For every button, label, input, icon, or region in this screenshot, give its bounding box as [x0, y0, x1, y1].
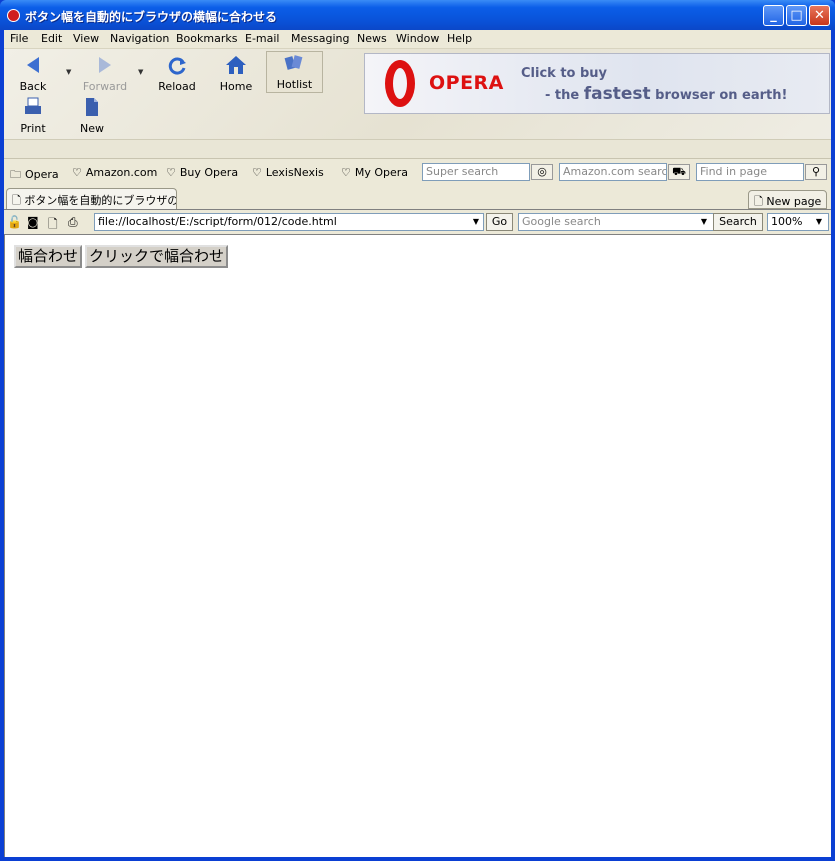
google-dropdown-arrow-icon[interactable]: ▼ [697, 214, 711, 230]
opera-ad-banner[interactable]: OPERA Click to buy - the fastest browser… [364, 53, 830, 114]
print-small-icon[interactable]: ⎙ [68, 215, 78, 230]
super-search-go-icon[interactable]: ◎ [531, 164, 553, 180]
back-button[interactable]: Back [10, 53, 56, 93]
print-button[interactable]: Print [10, 95, 56, 135]
pb-item-buy-opera-label: Buy Opera [179, 166, 239, 179]
pb-item-lexisnexis[interactable]: ♡ LexisNexis [252, 166, 324, 179]
forward-label: Forward [82, 80, 128, 93]
magnifier-icon[interactable]: ⚲ [805, 164, 827, 180]
url-input[interactable]: file://localhost/E:/script/form/012/code… [94, 213, 484, 231]
search-button[interactable]: Search [713, 213, 763, 231]
pb-item-amazon[interactable]: ♡ Amazon.com [72, 166, 157, 179]
pb-item-my-opera-label: My Opera [354, 166, 409, 179]
fit-width-button[interactable]: 幅合わせ [14, 245, 83, 268]
personal-bar: 🗀 Opera ♡ Amazon.com ♡ Buy Opera ♡ LexisNexi… [4, 160, 831, 186]
pb-item-lexisnexis-label: LexisNexis [265, 166, 324, 179]
reload-label: Reload [158, 80, 196, 93]
hotlist-label: Hotlist [276, 78, 313, 91]
security-lock-icon[interactable]: 🔓 [7, 215, 22, 229]
menu-view[interactable]: View [73, 32, 99, 45]
forward-arrow-icon [99, 57, 111, 73]
print-icon [25, 97, 41, 114]
toolbar-strip [4, 139, 831, 158]
menu-help[interactable]: Help [447, 32, 472, 45]
reload-icon [168, 57, 186, 75]
banner-line2-big: fastest [583, 84, 651, 104]
folder-icon: 🗀 [10, 168, 21, 181]
page-icon: 🗋 [12, 194, 21, 207]
tab-bar: 🗋 ボタン幅を自動的にブラウザの... 🗋 New page [4, 187, 831, 210]
google-search-input[interactable]: Google search [518, 213, 714, 231]
menu-edit[interactable]: Edit [41, 32, 62, 45]
opera-app-icon [7, 9, 20, 22]
back-history-arrow-icon[interactable]: ▼ [66, 68, 71, 76]
menu-bar: File Edit View Navigation Bookmarks E-ma… [4, 30, 831, 49]
address-bar: 🔓 ◙ 🗋 ⎙ file://localhost/E:/script/form/… [4, 210, 831, 235]
heart-icon: ♡ [72, 166, 82, 179]
new-button[interactable]: New [69, 95, 115, 135]
main-toolbar: Back ▼ Forward ▼ Reload Home Hotlist Pri… [4, 49, 831, 159]
shopping-cart-icon[interactable]: ⛟ [668, 164, 690, 180]
zoom-dropdown-arrow-icon[interactable]: ▼ [812, 214, 826, 230]
hotlist-icon [284, 55, 303, 70]
close-button[interactable]: ✕ [809, 5, 830, 26]
heart-icon: ♡ [252, 166, 262, 179]
new-page-tab-button[interactable]: 🗋 New page [748, 190, 827, 209]
heart-icon: ♡ [341, 166, 351, 179]
menu-bookmarks[interactable]: Bookmarks [176, 32, 237, 45]
menu-email[interactable]: E-mail [245, 32, 280, 45]
forward-history-arrow-icon[interactable]: ▼ [138, 68, 143, 76]
page-content: 幅合わせ クリックで幅合わせ [4, 235, 831, 857]
banner-line2-pre: - the [545, 88, 580, 103]
pb-item-my-opera[interactable]: ♡ My Opera [341, 166, 408, 179]
home-icon [226, 56, 246, 74]
amazon-search-input[interactable]: Amazon.com search [559, 163, 667, 181]
print-label: Print [20, 122, 46, 135]
tab-active[interactable]: 🗋 ボタン幅を自動的にブラウザの... [6, 188, 177, 209]
pb-item-amazon-label: Amazon.com [85, 166, 158, 179]
new-label: New [80, 122, 104, 135]
heart-icon: ♡ [166, 166, 176, 179]
forward-button[interactable]: Forward [82, 53, 128, 93]
pb-item-opera-label: Opera [25, 168, 59, 181]
tab-active-label: ボタン幅を自動的にブラウザの... [24, 194, 177, 207]
super-search-input[interactable]: Super search [422, 163, 530, 181]
document-icon[interactable]: 🗋 [48, 215, 58, 236]
banner-line2: - the fastest browser on earth! [545, 84, 787, 104]
window-title: ボタン幅を自動的にブラウザの横幅に合わせる [25, 10, 278, 24]
banner-line1: Click to buy [521, 66, 608, 81]
browser-client: File Edit View Navigation Bookmarks E-ma… [4, 30, 831, 857]
minimize-button[interactable]: _ [763, 5, 784, 26]
page-icon: 🗋 [754, 195, 763, 208]
camera-icon[interactable]: ◙ [27, 215, 39, 229]
menu-navigation[interactable]: Navigation [110, 32, 169, 45]
back-arrow-icon [27, 57, 39, 73]
new-page-icon [86, 98, 98, 116]
home-button[interactable]: Home [213, 53, 259, 93]
reload-button[interactable]: Reload [154, 53, 200, 93]
pb-item-opera[interactable]: 🗀 Opera [10, 166, 59, 185]
menu-window[interactable]: Window [396, 32, 439, 45]
banner-brand: OPERA [429, 72, 504, 94]
hotlist-button[interactable]: Hotlist [266, 51, 323, 93]
menu-file[interactable]: File [10, 32, 28, 45]
pb-item-buy-opera[interactable]: ♡ Buy Opera [166, 166, 238, 179]
url-dropdown-arrow-icon[interactable]: ▼ [469, 214, 483, 230]
maximize-button[interactable]: □ [786, 5, 807, 26]
menu-messaging[interactable]: Messaging [291, 32, 349, 45]
new-page-label: New page [766, 195, 822, 208]
browser-window: ボタン幅を自動的にブラウザの横幅に合わせる _ □ ✕ File Edit Vi… [0, 0, 835, 861]
go-button[interactable]: Go [486, 213, 513, 231]
menu-news[interactable]: News [357, 32, 387, 45]
title-bar: ボタン幅を自動的にブラウザの横幅に合わせる _ □ ✕ [0, 0, 835, 30]
home-label: Home [219, 80, 253, 93]
back-label: Back [19, 80, 47, 93]
click-fit-width-button[interactable]: クリックで幅合わせ [85, 245, 229, 268]
banner-line2-post: browser on earth! [655, 88, 788, 103]
find-in-page-input[interactable]: Find in page [696, 163, 804, 181]
opera-logo-icon [385, 60, 415, 107]
